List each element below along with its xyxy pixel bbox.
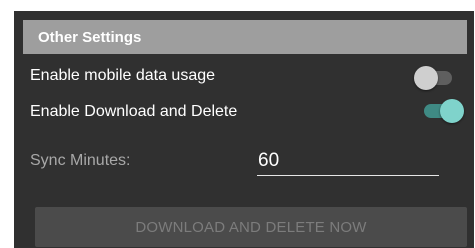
mobile-data-toggle[interactable] xyxy=(414,66,456,90)
sync-minutes-input[interactable] xyxy=(257,147,439,176)
sync-minutes-label: Sync Minutes: xyxy=(30,152,131,169)
download-and-delete-now-button[interactable]: DOWNLOAD AND DELETE NOW xyxy=(35,207,467,247)
section-title: Other Settings xyxy=(38,29,142,46)
section-header: Other Settings xyxy=(23,20,467,54)
download-delete-label: Enable Download and Delete xyxy=(30,103,238,120)
toggle-thumb xyxy=(440,99,464,123)
download-delete-toggle[interactable] xyxy=(424,99,464,123)
mobile-data-label: Enable mobile data usage xyxy=(30,67,216,84)
settings-panel: Other Settings Enable mobile data usage … xyxy=(14,11,474,248)
toggle-thumb xyxy=(414,66,438,90)
